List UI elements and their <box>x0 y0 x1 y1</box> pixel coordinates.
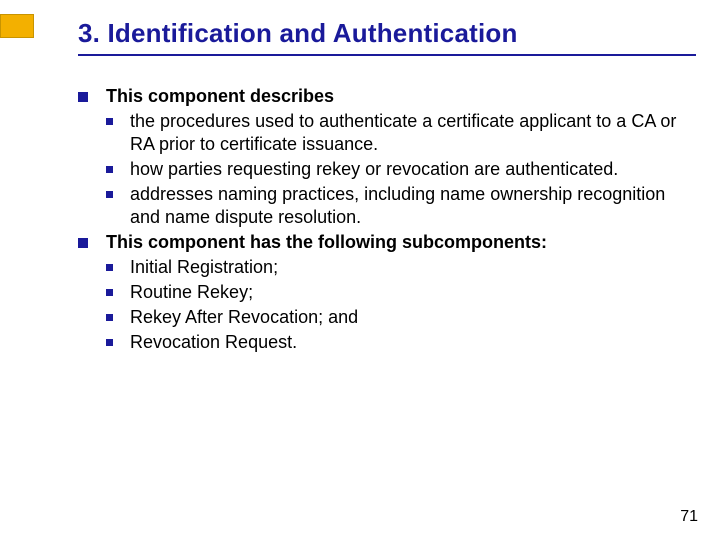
list-item: the procedures used to authenticate a ce… <box>106 110 680 156</box>
list-item: Initial Registration; <box>106 256 680 279</box>
list-text: how parties requesting rekey or revocati… <box>130 159 618 179</box>
list-item: Rekey After Revocation; and <box>106 306 680 329</box>
list-text: addresses naming practices, including na… <box>130 184 665 227</box>
list-text: Revocation Request. <box>130 332 297 352</box>
corner-accent <box>0 14 34 38</box>
page-number: 71 <box>680 508 698 526</box>
list-item: how parties requesting rekey or revocati… <box>106 158 680 181</box>
list-item: This component has the following subcomp… <box>78 231 680 354</box>
list-item: Routine Rekey; <box>106 281 680 304</box>
list-item: This component describes the procedures … <box>78 85 680 229</box>
list-item: Revocation Request. <box>106 331 680 354</box>
list-heading: This component has the following subcomp… <box>106 232 547 252</box>
list-heading: This component describes <box>106 86 334 106</box>
list-item: addresses naming practices, including na… <box>106 183 680 229</box>
page-title: 3. Identification and Authentication <box>78 18 696 49</box>
list-text: Initial Registration; <box>130 257 278 277</box>
title-block: 3. Identification and Authentication <box>78 18 696 56</box>
content-body: This component describes the procedures … <box>78 85 680 356</box>
list-level-2: the procedures used to authenticate a ce… <box>106 110 680 229</box>
list-text: Rekey After Revocation; and <box>130 307 358 327</box>
list-text: Routine Rekey; <box>130 282 253 302</box>
list-level-1: This component describes the procedures … <box>78 85 680 354</box>
title-underline <box>78 54 696 56</box>
list-text: the procedures used to authenticate a ce… <box>130 111 676 154</box>
list-level-2: Initial Registration; Routine Rekey; Rek… <box>106 256 680 354</box>
